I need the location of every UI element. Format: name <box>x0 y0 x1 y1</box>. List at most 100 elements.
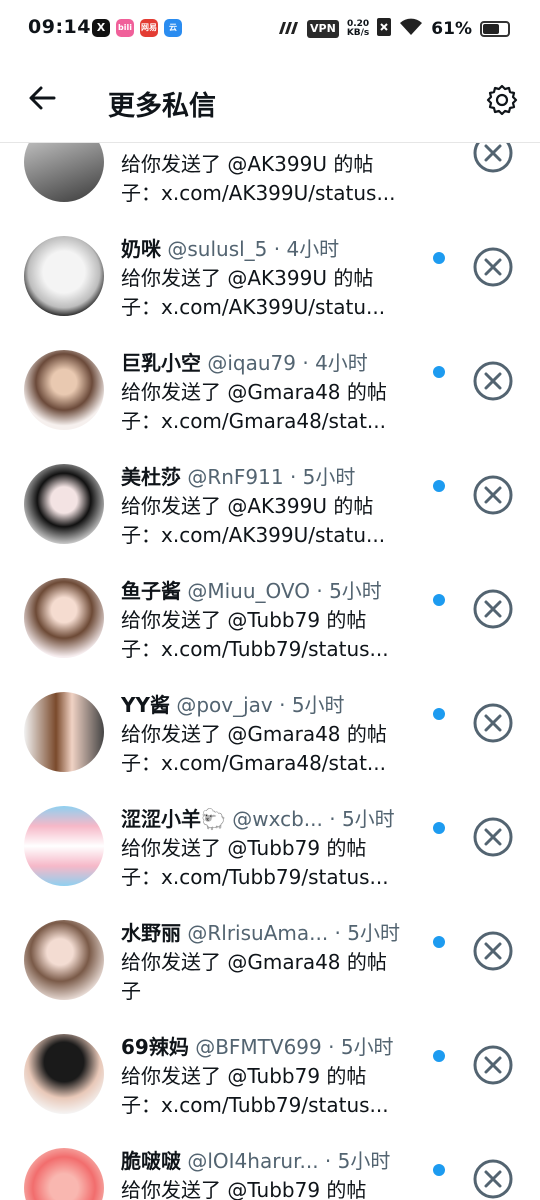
avatar[interactable] <box>24 1148 104 1200</box>
avatar[interactable] <box>24 142 104 202</box>
sim-off-icon <box>377 17 392 41</box>
message-time: · 5小时 <box>328 921 400 945</box>
sender-name: 水野丽 <box>121 921 181 945</box>
list-item[interactable]: 69辣妈 @BFMTV699 · 5小时 给你发送了 @Tubb79 的帖 子：… <box>0 1022 540 1136</box>
message-preview-link: 子：x.com/Gmara48/stat... <box>121 409 386 433</box>
avatar[interactable] <box>24 1034 104 1114</box>
message-preview-link: 子：x.com/AK399U/statu... <box>121 523 386 547</box>
dismiss-icon[interactable] <box>472 930 514 972</box>
battery-icon <box>480 21 510 37</box>
sender-name: 美杜莎 <box>121 465 181 489</box>
sender-handle: @iqau79 <box>207 351 296 375</box>
list-item[interactable]: 美杜莎 @RnF911 · 5小时 给你发送了 @AK399U 的帖 子：x.c… <box>0 452 540 566</box>
unread-dot <box>433 480 445 492</box>
message-time: · 4小时 <box>296 351 368 375</box>
unread-dot <box>433 1050 445 1062</box>
list-item[interactable]: 脆啵啵 @lOI4harur... · 5小时 给你发送了 @Tubb79 的帖 <box>0 1136 540 1200</box>
bilibili-app-icon: bili <box>116 19 134 37</box>
message-time: · 5小时 <box>318 1149 391 1173</box>
avatar[interactable] <box>24 464 104 544</box>
dismiss-icon[interactable] <box>472 474 514 516</box>
unread-dot <box>433 708 445 720</box>
message-preview: 给你发送了 @Gmara48 的帖 <box>121 722 387 746</box>
dismiss-icon[interactable] <box>472 588 514 630</box>
unread-dot <box>433 252 445 264</box>
message-preview: 给你发送了 @Gmara48 的帖 <box>121 380 387 404</box>
dismiss-icon[interactable] <box>472 702 514 744</box>
dismiss-icon[interactable] <box>472 246 514 288</box>
message-preview: 给你发送了 @Tubb79 的帖 <box>121 608 367 632</box>
message-preview: 给你发送了 @AK399U 的帖 <box>121 266 374 290</box>
sender-name: 涩涩小羊🐑 <box>121 807 226 831</box>
status-time: 09:14 <box>28 16 91 38</box>
avatar[interactable] <box>24 350 104 430</box>
avatar[interactable] <box>24 236 104 316</box>
message-preview-link: 子：x.com/Tubb79/status... <box>121 637 389 661</box>
cloud-app-icon: 云 <box>164 19 182 37</box>
sender-handle: @pov_jav <box>176 693 273 717</box>
x-app-icon: X <box>92 19 110 37</box>
message-preview: 给你发送了 @Tubb79 的帖 <box>121 836 367 860</box>
message-preview-link: 子：x.com/Gmara48/stat... <box>121 751 386 775</box>
message-time: · 5小时 <box>322 807 395 831</box>
dismiss-icon[interactable] <box>472 360 514 402</box>
list-item[interactable]: 鱼子酱 @Miuu_OVO · 5小时 给你发送了 @Tubb79 的帖 子：x… <box>0 566 540 680</box>
sender-handle: @sulusl_5 <box>167 237 268 261</box>
message-time: · 5小时 <box>321 1035 394 1059</box>
unread-dot <box>433 366 445 378</box>
dismiss-icon[interactable] <box>472 1044 514 1086</box>
unread-dot <box>433 936 445 948</box>
sender-handle: @lOI4harur... <box>187 1149 319 1173</box>
arrow-left-icon[interactable] <box>26 82 58 114</box>
sender-handle: @Miuu_OVO <box>187 579 310 603</box>
sender-name: 鱼子酱 <box>121 579 181 603</box>
message-time: · 4小时 <box>267 237 340 261</box>
message-preview: 给你发送了 @Tubb79 的帖 <box>121 1064 367 1088</box>
network-speed: 0.20 KB/s <box>346 19 370 38</box>
message-preview: 给你发送了 @Gmara48 的帖 <box>121 950 387 974</box>
gear-icon[interactable] <box>486 84 518 116</box>
message-time: · 5小时 <box>310 579 382 603</box>
network-signal-icon <box>277 19 299 39</box>
message-time: · 5小时 <box>283 465 356 489</box>
app-header: 更多私信 <box>0 58 540 143</box>
sender-handle: @RlrisuAma... <box>187 921 329 945</box>
list-item[interactable]: 奶咪 @sulusl_5 · 4小时 给你发送了 @AK399U 的帖 子：x.… <box>0 224 540 338</box>
sender-name: YY酱 <box>121 693 170 717</box>
message-preview-link: 子：x.com/AK399U/statu... <box>121 295 386 319</box>
list-item[interactable]: 巨乳小空 @iqau79 · 4小时 给你发送了 @Gmara48 的帖 子：x… <box>0 338 540 452</box>
message-preview-link: 子：x.com/Tubb79/status... <box>121 865 389 889</box>
netease-app-icon: 网易 <box>140 19 158 37</box>
unread-dot <box>433 822 445 834</box>
list-item[interactable]: 涩涩小羊🐑 @wxcb... · 5小时 给你发送了 @Tubb79 的帖 子：… <box>0 794 540 908</box>
status-bar: 09:14 X bili 网易 云 VPN 0.20 KB/s 61% <box>0 0 540 58</box>
vpn-badge: VPN <box>307 20 339 38</box>
sender-handle: @BFMTV699 <box>195 1035 322 1059</box>
avatar[interactable] <box>24 806 104 886</box>
battery-percent: 61% <box>431 19 472 39</box>
message-preview-link: 子：x.com/AK399U/status... <box>121 181 396 205</box>
dismiss-icon[interactable] <box>472 1158 514 1200</box>
message-time: · 5小时 <box>272 693 345 717</box>
list-item[interactable]: 给你发送了 @AK399U 的帖 子：x.com/AK399U/status..… <box>0 142 540 224</box>
sender-name: 奶咪 <box>121 237 161 261</box>
sender-handle: @wxcb... <box>232 807 323 831</box>
sender-name: 69辣妈 <box>121 1035 189 1059</box>
avatar[interactable] <box>24 578 104 658</box>
page-title: 更多私信 <box>108 91 216 122</box>
message-preview: 给你发送了 @AK399U 的帖 <box>121 152 374 176</box>
sender-handle: @RnF911 <box>187 465 284 489</box>
message-preview-link: 子：x.com/Tubb79/status... <box>121 1093 389 1117</box>
dismiss-icon[interactable] <box>472 816 514 858</box>
list-item[interactable]: 水野丽 @RlrisuAma... · 5小时 给你发送了 @Gmara48 的… <box>0 908 540 1022</box>
message-preview: 给你发送了 @Tubb79 的帖 <box>121 1178 367 1200</box>
unread-dot <box>433 1164 445 1176</box>
sender-name: 脆啵啵 <box>121 1149 181 1173</box>
dismiss-icon[interactable] <box>472 142 514 174</box>
unread-dot <box>433 594 445 606</box>
list-item[interactable]: YY酱 @pov_jav · 5小时 给你发送了 @Gmara48 的帖 子：x… <box>0 680 540 794</box>
wifi-icon <box>399 18 423 41</box>
message-preview: 给你发送了 @AK399U 的帖 <box>121 494 374 518</box>
avatar[interactable] <box>24 920 104 1000</box>
avatar[interactable] <box>24 692 104 772</box>
